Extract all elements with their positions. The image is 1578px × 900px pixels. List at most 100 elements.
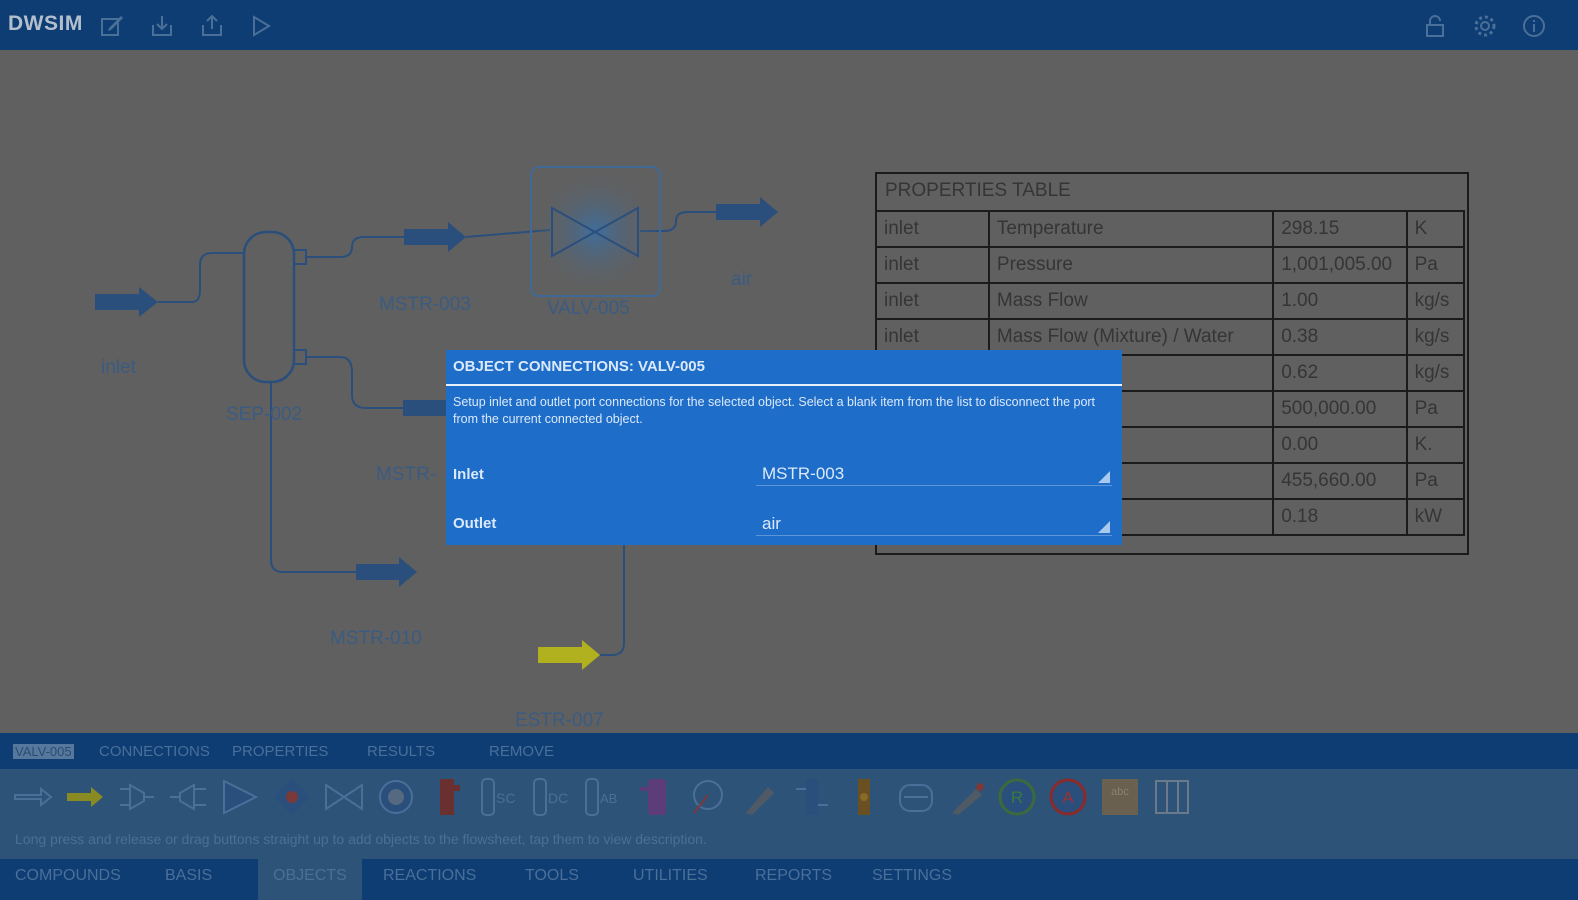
connections-button[interactable]: CONNECTIONS <box>99 743 210 760</box>
estr-007-label: ESTR-007 <box>515 710 604 731</box>
distillation-column-icon[interactable]: DC <box>530 775 574 819</box>
svg-text:DC: DC <box>548 790 568 806</box>
mstr-003-stream-arrow <box>404 222 466 252</box>
properties-table-title: PROPERTIES TABLE <box>885 180 1071 201</box>
value-cell: 0.18 <box>1272 498 1408 536</box>
tab-basis[interactable]: BASIS <box>165 859 212 900</box>
info-icon[interactable] <box>1521 13 1547 39</box>
value-cell: 0.62 <box>1272 354 1408 392</box>
tank-icon[interactable] <box>894 775 938 819</box>
results-button[interactable]: RESULTS <box>367 743 435 760</box>
unit-cell: kg/s <box>1405 354 1466 392</box>
inlet-stream-arrow <box>95 287 158 317</box>
absorption-column-icon[interactable]: AB <box>582 775 626 819</box>
tab-reactions[interactable]: REACTIONS <box>383 859 476 900</box>
value-cell: 455,660.00 <box>1272 462 1408 500</box>
compressor-icon[interactable] <box>374 775 418 819</box>
save-icon[interactable] <box>149 13 175 39</box>
unit-cell: kg/s <box>1405 318 1466 356</box>
value-cell: 0.38 <box>1272 318 1408 356</box>
property-cell: Pressure <box>987 246 1275 284</box>
spinner-dropdown-icon <box>1098 471 1110 483</box>
palette-hint-text: Long press and release or drag buttons s… <box>15 831 707 847</box>
value-cell: 500,000.00 <box>1272 390 1408 428</box>
property-cell: Temperature <box>987 210 1275 248</box>
tab-utilities[interactable]: UTILITIES <box>633 859 708 900</box>
vessel-icon[interactable] <box>790 775 834 819</box>
mstr-003-label: MSTR-003 <box>379 294 471 315</box>
svg-text:AB: AB <box>600 791 617 806</box>
value-cell: 0.00 <box>1272 426 1408 464</box>
table-row: inlet Temperature 298.15 K <box>875 210 1466 248</box>
mixer-icon[interactable] <box>114 775 158 819</box>
shortcut-column-icon[interactable]: SC <box>478 775 522 819</box>
dialog-description: Setup inlet and outlet port connections … <box>453 395 1096 426</box>
separator-shape <box>242 230 296 384</box>
dialog-title: OBJECT CONNECTIONS: VALV-005 <box>453 358 705 375</box>
share-icon[interactable] <box>199 13 225 39</box>
mstr-partial-label: MSTR- <box>376 464 437 485</box>
bottom-navigation: COMPOUNDS BASIS OBJECTS REACTIONS TOOLS … <box>0 859 1578 900</box>
tab-compounds[interactable]: COMPOUNDS <box>15 859 121 900</box>
outlet-spinner[interactable] <box>756 513 1112 536</box>
lock-icon[interactable] <box>1422 13 1448 39</box>
column-icon[interactable] <box>426 775 470 819</box>
table-row: inlet Mass Flow 1.00 kg/s <box>875 282 1466 320</box>
object-cell: inlet <box>875 246 990 284</box>
solids-separator-icon[interactable] <box>946 775 990 819</box>
heat-exchanger-icon[interactable] <box>842 775 886 819</box>
top-app-bar: DWSIM <box>0 0 1578 50</box>
valve-icon[interactable] <box>322 775 366 819</box>
valv-005-label: VALV-005 <box>547 298 630 319</box>
unit-cell: K <box>1405 210 1466 248</box>
run-icon[interactable] <box>248 13 274 39</box>
inlet-field-label: Inlet <box>453 466 484 483</box>
table-icon[interactable] <box>1150 775 1194 819</box>
reactor-icon[interactable] <box>634 775 678 819</box>
pump-icon[interactable] <box>218 775 262 819</box>
spinner-dropdown-icon <box>1098 521 1110 533</box>
energy-stream-arrow <box>538 640 600 670</box>
text-icon[interactable]: abc <box>1098 775 1142 819</box>
outlet-field-label: Outlet <box>453 515 497 532</box>
unit-cell: Pa <box>1405 246 1466 284</box>
gear-icon[interactable] <box>1472 13 1498 39</box>
adjust-icon[interactable]: A <box>1046 775 1090 819</box>
dialog-title-divider <box>446 384 1122 386</box>
value-cell: 1,001,005.00 <box>1272 246 1408 284</box>
energy-stream-icon[interactable] <box>63 775 107 819</box>
heater-icon[interactable] <box>270 775 314 819</box>
adjust-letter: A <box>1062 788 1074 807</box>
tab-settings[interactable]: SETTINGS <box>872 859 952 900</box>
outlet-spinner-value[interactable]: air <box>762 514 781 534</box>
unit-cell: kg/s <box>1405 282 1466 320</box>
material-stream-icon[interactable] <box>11 775 55 819</box>
unit-cell: Pa <box>1405 462 1466 500</box>
object-palette: SC DC AB R A abc Long press and release … <box>0 769 1578 859</box>
edit-icon[interactable] <box>99 13 125 39</box>
unit-cell: kW <box>1405 498 1466 536</box>
value-cell: 298.15 <box>1272 210 1408 248</box>
inlet-spinner-value[interactable]: MSTR-003 <box>762 464 844 484</box>
tab-reports[interactable]: REPORTS <box>755 859 832 900</box>
tab-objects[interactable]: OBJECTS <box>258 859 362 900</box>
object-connections-dialog[interactable]: OBJECT CONNECTIONS: VALV-005 Setup inlet… <box>446 350 1122 545</box>
mstr-010-stream-arrow <box>356 557 417 587</box>
pipe-icon[interactable] <box>686 775 730 819</box>
mstr-010-label: MSTR-010 <box>330 628 422 649</box>
filter-icon[interactable] <box>738 775 782 819</box>
recycle-letter: R <box>1011 788 1023 807</box>
mstr-partial-stream-arrow <box>403 400 446 416</box>
inlet-label: inlet <box>101 357 136 378</box>
recycle-icon[interactable]: R <box>995 775 1039 819</box>
sep-002-label: SEP-002 <box>226 404 303 425</box>
object-cell: inlet <box>875 282 990 320</box>
text-icon-letters: abc <box>1111 786 1129 798</box>
splitter-icon[interactable] <box>166 775 210 819</box>
remove-button[interactable]: REMOVE <box>489 743 554 760</box>
tab-tools[interactable]: TOOLS <box>525 859 579 900</box>
selected-object-label: VALV-005 <box>13 744 74 759</box>
properties-button[interactable]: PROPERTIES <box>232 743 328 760</box>
object-action-bar: VALV-005 CONNECTIONS PROPERTIES RESULTS … <box>0 733 1578 769</box>
app-title: DWSIM <box>8 12 83 35</box>
